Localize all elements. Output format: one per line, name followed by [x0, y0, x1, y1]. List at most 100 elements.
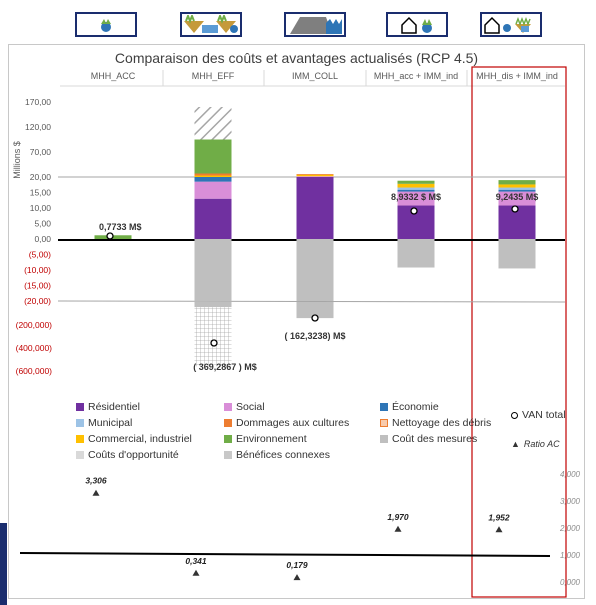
npv-label: 8,9332 $ M$ — [391, 192, 441, 202]
legend-swatch — [380, 403, 388, 411]
legend-swatch — [224, 419, 232, 427]
highlight-box — [471, 66, 567, 598]
bar-segment-social — [296, 176, 334, 177]
legend-swatch — [224, 451, 232, 459]
category-label: MHH_EFF — [192, 71, 235, 81]
y-tick-label: 120,00 — [25, 122, 51, 132]
ratio-tick-label: 3,000 — [560, 497, 581, 506]
legend-label: Coûts d'opportunité — [88, 449, 179, 461]
legend-item-dommages-cultures: Dommages aux cultures — [224, 417, 349, 429]
ratio-value-label: 0,341 — [185, 556, 207, 566]
legend-swatch — [380, 435, 388, 443]
legend-swatch — [224, 435, 232, 443]
npv-marker — [210, 339, 218, 347]
legend-item-van-total: VAN total — [511, 409, 566, 421]
ratio-tick-label: 0,000 — [560, 578, 581, 587]
npv-marker — [410, 207, 418, 215]
legend-label: Économie — [392, 401, 439, 413]
npv-marker — [511, 205, 519, 213]
npv-label: ( 369,2867 ) M$ — [193, 362, 257, 372]
bar-segment-cout-mesures — [194, 239, 232, 301]
y-tick-label: (400,000) — [16, 343, 53, 353]
y-tick-label: 170,00 — [25, 97, 51, 107]
bar-segment-cout-mesures — [397, 239, 435, 268]
triangle-marker-icon: ▲ — [511, 439, 520, 449]
ratio-marker — [192, 569, 200, 576]
bar-segment-commercial — [296, 174, 334, 177]
npv-label: 9,2435 M$ — [496, 192, 539, 202]
bar-segment-cout-mesures — [498, 239, 536, 269]
category-label: MHH_acc + IMM_ind — [374, 71, 458, 81]
bar-segment-commercial — [194, 175, 232, 177]
y-tick-label: (10,00) — [24, 265, 51, 275]
legend-label: Nettoyage des débris — [392, 417, 492, 429]
legend-label: Coût des mesures — [392, 433, 478, 445]
bar-segment-environnement — [498, 180, 536, 185]
ratio-marker — [293, 574, 301, 581]
legend-item-economie: Économie — [380, 401, 439, 413]
bar-segment-municipal — [498, 187, 536, 190]
ratio-value-label: 3,306 — [85, 476, 107, 486]
ratio-value-label: 1,952 — [488, 512, 510, 522]
chart-canvas: MHH_ACC MHH_EFF IMM_COLL MHH_acc + IMM_ind M… — [12, 66, 581, 598]
y-tick-label: (200,000) — [16, 320, 53, 330]
ratio-tick-label: 4,000 — [560, 470, 581, 479]
category-label: MHH_dis + IMM_ind — [476, 71, 558, 81]
legend-item-ratio-ac: ▲ Ratio AC — [511, 439, 560, 449]
bar-segment-dommages — [296, 174, 334, 175]
legend-label: Environnement — [236, 433, 307, 445]
y-tick-label: 20,00 — [30, 172, 52, 182]
npv-marker — [311, 314, 319, 322]
legend-marker — [511, 411, 518, 419]
y-tick-label: 70,00 — [30, 147, 52, 157]
legend-label: VAN total — [522, 409, 566, 421]
y-tick-label: 15,00 — [30, 188, 52, 198]
bar-segment-municipal — [397, 187, 435, 190]
legend-swatch — [224, 403, 232, 411]
legend-item-benefices-connexes: Bénéfices connexes — [224, 449, 330, 461]
legend-swatch — [76, 451, 84, 459]
category-label: IMM_COLL — [292, 71, 338, 81]
y-tick-label: 5,00 — [34, 219, 51, 229]
legend-label: Municipal — [88, 417, 133, 429]
y-tick-label: 10,00 — [30, 203, 52, 213]
ratio-reference-line — [19, 552, 551, 557]
bar-segment-environnement — [397, 180, 435, 184]
legend-swatch — [76, 419, 84, 427]
legend-item-environnement: Environnement — [224, 433, 307, 445]
ratio-value-label: 1,970 — [387, 512, 409, 522]
axis-break-line — [57, 300, 566, 303]
chart-legend: Résidentiel Social Économie VAN total Mu… — [74, 399, 574, 461]
legend-item-nettoyage-debris: Nettoyage des débris — [380, 417, 491, 429]
y-tick-label: (20,00) — [24, 296, 51, 306]
bar-segment-benefices-connexes — [194, 107, 232, 140]
bar-segment-dommages — [194, 173, 232, 176]
category-label: MHH_ACC — [91, 71, 136, 81]
legend-item-couts-opportunite: Coûts d'opportunité — [76, 449, 179, 461]
y-tick-label: (15,00) — [24, 281, 51, 291]
ratio-tick-label: 2,000 — [559, 524, 581, 533]
legend-item-social: Social — [224, 401, 265, 413]
npv-label: 0,7733 M$ — [99, 222, 142, 232]
y-axis-title: Millions $ — [12, 141, 22, 179]
ratio-tick-label: 1,000 — [560, 551, 581, 560]
legend-label: Résidentiel — [88, 401, 140, 413]
ratio-marker — [92, 489, 100, 496]
y-tick-label: 0,00 — [34, 234, 51, 244]
bar-segment-cout-mesures — [194, 302, 232, 308]
bar-segment-residentiel — [194, 198, 232, 239]
y-tick-label: (5,00) — [29, 250, 51, 260]
legend-label: Dommages aux cultures — [236, 417, 350, 429]
npv-marker — [106, 232, 114, 240]
ratio-marker — [495, 526, 503, 533]
legend-swatch — [76, 403, 84, 411]
ratio-marker — [394, 525, 402, 532]
npv-label: ( 162,3238) M$ — [284, 331, 345, 341]
bar-segment-commercial — [397, 183, 435, 188]
bar-segment-social — [194, 181, 232, 199]
bar-segment-environnement — [194, 139, 232, 174]
legend-label: Social — [236, 401, 265, 413]
y-tick-label: (600,000) — [16, 366, 53, 376]
legend-item-cout-mesures: Coût des mesures — [380, 433, 477, 445]
legend-swatch — [380, 419, 388, 427]
